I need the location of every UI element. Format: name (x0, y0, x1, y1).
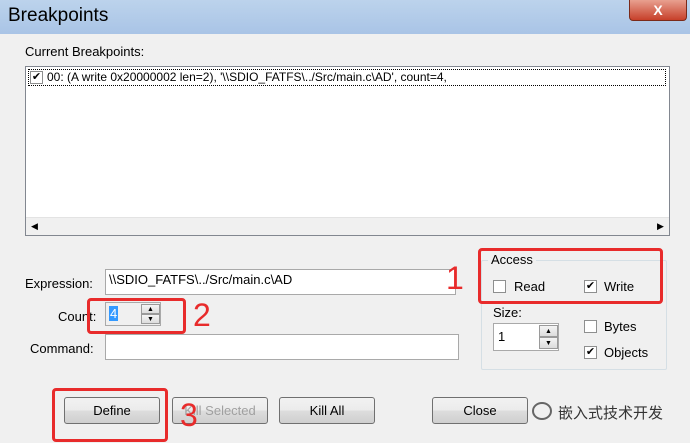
wechat-icon (532, 402, 552, 420)
breakpoints-list[interactable]: ✔ 00: (A write 0x20000002 len=2), '\\SDI… (25, 66, 670, 236)
current-breakpoints-label: Current Breakpoints: (25, 44, 145, 59)
title-bar: Breakpoints X (0, 0, 690, 34)
annotation-number-1: 1 (446, 260, 464, 296)
objects-label: Objects (604, 345, 649, 360)
highlight-box-2 (87, 298, 186, 334)
size-up-icon[interactable]: ▲ (539, 325, 558, 337)
kill-all-button[interactable]: Kill All (279, 397, 375, 424)
scroll-right-icon[interactable]: ▶ (652, 218, 669, 235)
highlight-box-1 (478, 248, 663, 304)
expression-input[interactable]: \\SDIO_FATFS\../Src/main.c\AD (105, 269, 456, 295)
size-value[interactable]: 1 (498, 329, 505, 344)
expression-label: Expression: (25, 276, 93, 291)
size-stepper[interactable]: 1 ▲ ▼ (493, 323, 559, 351)
annotation-number-2: 2 (193, 297, 211, 333)
command-input[interactable] (105, 334, 459, 360)
size-label: Size: (493, 305, 522, 320)
close-button[interactable]: Close (432, 397, 528, 424)
list-item[interactable]: ✔ 00: (A write 0x20000002 len=2), '\\SDI… (28, 69, 666, 86)
scroll-left-icon[interactable]: ◀ (26, 218, 43, 235)
objects-checkbox[interactable]: ✔ (584, 346, 597, 359)
annotation-number-3: 3 (180, 397, 198, 433)
bytes-checkbox[interactable] (584, 320, 597, 333)
watermark: 嵌入式技术开发 (532, 402, 663, 423)
window-title: Breakpoints (8, 5, 109, 26)
bytes-label: Bytes (604, 319, 637, 334)
highlight-box-3 (52, 388, 168, 442)
breakpoint-checkbox[interactable]: ✔ (30, 71, 43, 84)
command-label: Command: (30, 341, 94, 356)
horizontal-scrollbar[interactable]: ◀ ▶ (26, 217, 669, 235)
close-icon: X (653, 2, 663, 18)
size-down-icon[interactable]: ▼ (539, 337, 558, 349)
breakpoint-text: 00: (A write 0x20000002 len=2), '\\SDIO_… (47, 70, 447, 84)
close-window-button[interactable]: X (629, 0, 687, 21)
